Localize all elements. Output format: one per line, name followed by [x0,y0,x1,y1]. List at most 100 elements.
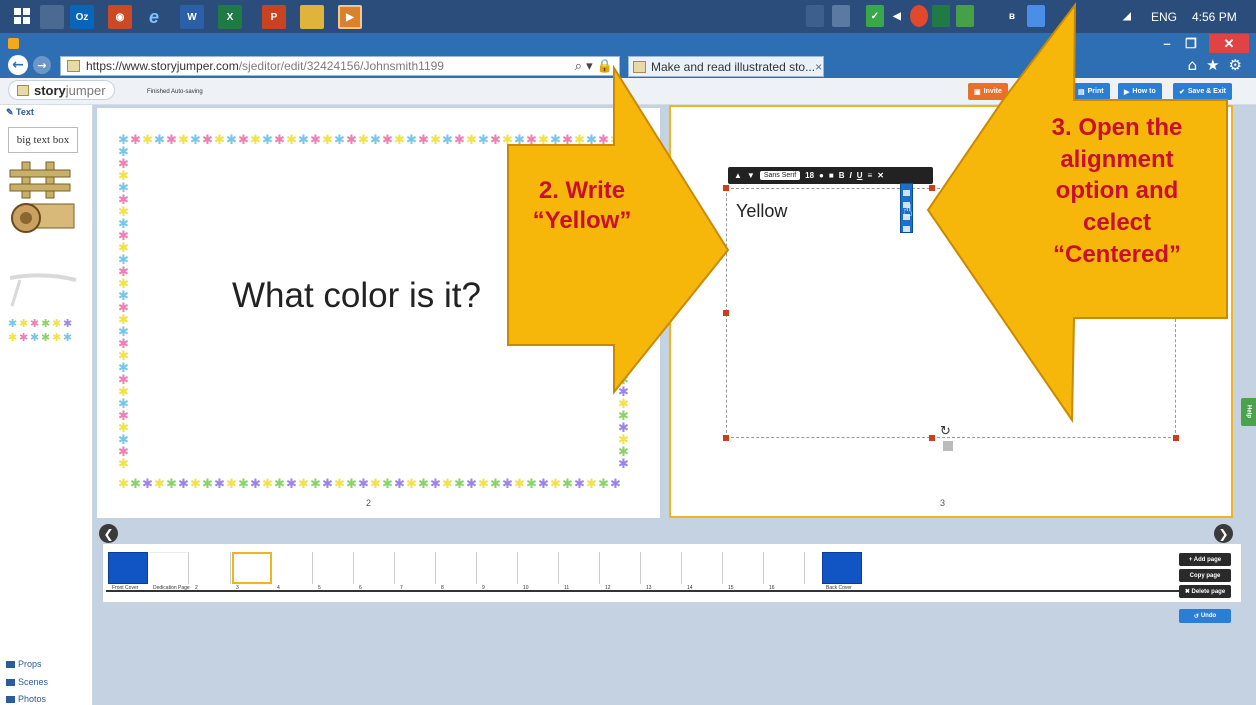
excel-icon[interactable]: X [218,5,242,29]
signal-icon[interactable]: ◢ [1118,5,1136,27]
how-to-button[interactable]: ▶ How to [1118,83,1162,100]
resize-handle-bl[interactable] [723,435,729,441]
next-page-icon[interactable]: ❯ [1214,524,1233,543]
font-size-select[interactable]: 18 [805,171,814,180]
send-back-icon[interactable]: ▼ [747,171,755,180]
scenes-tab[interactable]: Scenes [6,677,48,687]
delete-page-button[interactable]: ✖ Delete page [1179,585,1231,598]
page-thumbnail[interactable] [355,552,395,584]
storyjumper-logo[interactable]: story jumper [8,80,115,100]
page-thumbnail[interactable] [232,552,272,584]
page-thumbnail[interactable] [601,552,641,584]
page-thumbnail[interactable] [396,552,436,584]
question-text[interactable]: What color is it? [232,276,481,316]
page-thumbnail[interactable] [149,552,189,584]
page-thumbnail[interactable] [765,552,805,584]
font-select[interactable]: Sans Serif [759,171,801,180]
page-thumbnail[interactable] [108,552,148,584]
color-picker-icon[interactable]: ● [819,171,824,180]
page-thumbnail[interactable] [560,552,600,584]
border-star: ✱ [454,477,465,490]
photos-tab[interactable]: Photos [6,694,46,704]
textbox-content[interactable]: Yellow [736,201,787,222]
file-explorer-icon[interactable] [300,5,324,29]
app-tray-icon[interactable] [956,5,974,27]
resize-handle-tl[interactable] [723,185,729,191]
outlook-icon[interactable]: Oz [70,5,94,29]
resize-handle-br[interactable] [1173,435,1179,441]
page-thumbnail[interactable] [273,552,313,584]
cloud-icon[interactable] [1027,5,1045,27]
home-icon[interactable]: ⌂ [1188,56,1198,74]
browser-tab[interactable]: Make and read illustrated sto... × [628,56,824,77]
bold-button[interactable]: B [839,171,845,180]
powerpoint-icon[interactable]: P [262,5,286,29]
italic-button[interactable]: I [850,171,852,180]
align-button-icon[interactable]: ≡ [868,171,873,180]
page-thumbnail[interactable] [724,552,764,584]
props-tab[interactable]: Props [6,659,42,669]
shield-check-icon[interactable]: ✓ [866,5,884,27]
resize-handle-bm[interactable] [929,435,935,441]
copy-page-button[interactable]: Copy page [1179,569,1231,582]
media-player-icon[interactable]: ▶ [338,5,362,29]
prev-page-icon[interactable]: ❮ [99,524,118,543]
settings-gear-icon[interactable]: ⚙ [1229,56,1242,74]
align-left-icon[interactable] [903,190,910,196]
big-text-box-option[interactable]: big text box [8,127,78,153]
align-callout-line2: alignment [1060,145,1174,173]
rotate-icon[interactable]: ↻ [940,424,951,439]
page-thumbnail[interactable] [822,552,862,584]
ie-icon[interactable]: e [142,5,166,29]
clock[interactable]: 4:56 PM [1192,10,1237,24]
close-toolbar-icon[interactable]: ✕ [877,171,884,180]
back-arrow-icon[interactable]: ← [8,55,28,75]
help-tab[interactable]: Help [1241,398,1256,426]
page-thumbnail[interactable] [437,552,477,584]
add-page-button[interactable]: + Add page [1179,553,1231,566]
bring-forward-icon[interactable]: ▲ [734,171,742,180]
page-thumbnail[interactable] [478,552,518,584]
page-thumbnail[interactable] [519,552,559,584]
favorites-star-icon[interactable]: ★ [1206,56,1219,74]
chrome-tray-icon[interactable] [910,5,928,27]
address-bar[interactable]: https://www.storyjumper.com/sjeditor/edi… [60,56,620,76]
chrome-icon[interactable]: ◉ [108,5,132,29]
page-thumbnail[interactable] [642,552,682,584]
star-border-sticker[interactable]: ✱ ✱ ✱ ✱ ✱ ✱ ✱ ✱ ✱ ✱ ✱ ✱ [8,316,80,346]
page-thumbnail[interactable] [683,552,723,584]
people-icon[interactable] [978,5,996,27]
excel-tray-icon[interactable] [932,5,950,27]
close-window-icon[interactable]: ✕ [1209,34,1249,53]
language-indicator[interactable]: ENG [1151,10,1177,24]
page-thumbnail[interactable] [191,552,231,584]
url-main: https://www.storyjumper.com [86,59,239,73]
forward-arrow-icon[interactable]: → [33,56,51,74]
move-handle-icon[interactable] [943,441,953,451]
resize-handle-ml[interactable] [723,310,729,316]
windows-start-icon[interactable] [14,8,30,24]
keyboard-icon[interactable] [832,5,850,27]
background-icon[interactable]: ■ [829,171,834,180]
white-scroll-sticker[interactable] [6,270,80,310]
speaker-icon[interactable]: ◀ [888,5,906,27]
resize-handle-tm[interactable] [929,185,935,191]
print-button[interactable]: ▤ Print [1072,83,1110,100]
align-justify-icon[interactable] [903,226,910,232]
network-icon[interactable] [1096,5,1114,27]
tab-close-icon[interactable]: × [815,60,822,74]
invite-button[interactable]: ▣ Invite [968,83,1008,100]
restore-icon[interactable]: ❐ [1180,34,1202,53]
bluetooth-icon[interactable]: ʙ [1003,5,1021,27]
underline-button[interactable]: U [857,171,863,180]
page-thumbnail[interactable] [314,552,354,584]
undo-button[interactable]: ↺ Undo [1179,609,1231,623]
task-view-icon[interactable] [40,5,64,29]
fence-scroll-sticker[interactable] [6,160,78,238]
border-star: ✱ [190,477,201,490]
minimize-icon[interactable]: – [1156,34,1178,53]
tray-grid-icon[interactable] [806,5,824,27]
save-exit-button[interactable]: ✔ Save & Exit [1173,83,1233,100]
word-icon[interactable]: W [180,5,204,29]
search-lock-icons[interactable]: ⌕ ▾ 🔒 [575,59,613,74]
